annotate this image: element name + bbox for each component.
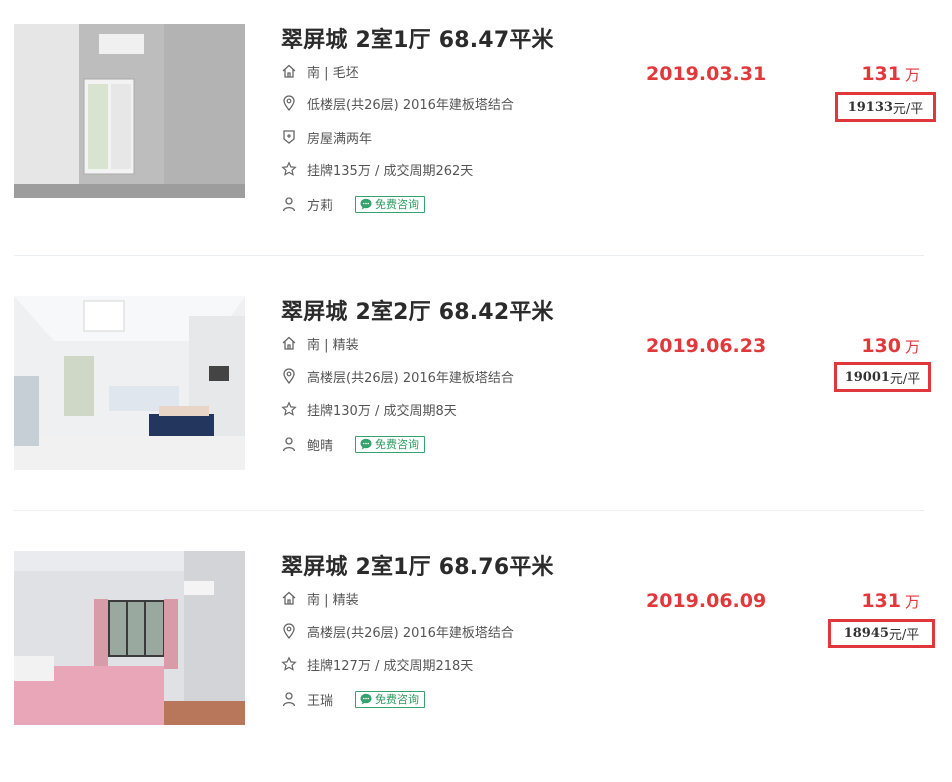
listing-photo[interactable] [14, 551, 245, 725]
chat-bubble-icon [360, 693, 372, 705]
agent-row: 王瑞 免费咨询 [281, 689, 426, 709]
listing-photo[interactable] [14, 24, 245, 198]
listing-photo[interactable] [14, 296, 245, 470]
total-price-unit: 万 [904, 338, 920, 356]
total-price: 130 万 [861, 335, 920, 357]
listing-divider [14, 255, 924, 256]
listing-cycle-row: 挂牌130万 / 成交周期8天 [281, 399, 457, 419]
listing-title[interactable]: 翠屏城 2室1厅 68.47平米 [281, 22, 554, 54]
agent-name[interactable]: 鲍晴 [307, 435, 333, 454]
listing-card: 翠屏城 2室1厅 68.76平米 南 | 精装 高楼层(共26层) 2016年建… [0, 527, 952, 782]
shield-icon [281, 129, 297, 145]
floor-row: 高楼层(共26层) 2016年建板塔结合 [281, 621, 514, 641]
location-pin-icon [281, 623, 297, 639]
house-icon [281, 63, 297, 79]
person-icon [281, 196, 297, 212]
unit-price-suffix: 元/平 [892, 101, 924, 117]
listing-card: 翠屏城 2室2厅 68.42平米 南 | 精装 高楼层(共26层) 2016年建… [0, 272, 952, 527]
total-price: 131 万 [861, 63, 920, 85]
floor-row: 低楼层(共26层) 2016年建板塔结合 [281, 93, 514, 113]
unit-price-highlight: 19133 元/平 [835, 92, 936, 122]
unit-price-value: 19001 [844, 369, 890, 385]
location-pin-icon [281, 95, 297, 111]
room-photo-image [14, 296, 245, 470]
free-consult-label: 免费咨询 [375, 198, 420, 211]
free-consult-button[interactable]: 免费咨询 [355, 690, 426, 708]
listing-cycle-text: 挂牌130万 / 成交周期8天 [307, 403, 457, 419]
agent-row: 方莉 免费咨询 [281, 194, 426, 214]
free-consult-button[interactable]: 免费咨询 [355, 435, 426, 453]
unit-price-highlight: 19001 元/平 [834, 362, 931, 392]
total-price-unit: 万 [904, 66, 920, 84]
star-icon [281, 401, 297, 417]
tag-row: 房屋满两年 [281, 127, 372, 147]
room-photo-image [14, 24, 245, 198]
deal-date: 2019.06.09 [646, 590, 767, 612]
floor-row: 高楼层(共26层) 2016年建板塔结合 [281, 366, 514, 386]
tag-text: 房屋满两年 [307, 131, 373, 147]
orientation-decoration-text: 南 | 精装 [307, 337, 359, 353]
house-icon [281, 335, 297, 351]
house-icon [281, 590, 297, 606]
orientation-row: 南 | 精装 [281, 333, 359, 353]
star-icon [281, 656, 297, 672]
unit-price-suffix: 元/平 [889, 371, 921, 387]
listing-cycle-row: 挂牌127万 / 成交周期218天 [281, 654, 473, 674]
agent-name[interactable]: 王瑞 [307, 690, 333, 709]
person-icon [281, 691, 297, 707]
location-pin-icon [281, 368, 297, 384]
unit-price-value: 18945 [843, 626, 889, 641]
unit-price-value: 19133 [847, 99, 893, 115]
floor-info-text: 高楼层(共26层) 2016年建板塔结合 [307, 625, 514, 641]
chat-bubble-icon [360, 198, 372, 210]
free-consult-label: 免费咨询 [375, 438, 420, 451]
free-consult-label: 免费咨询 [375, 693, 420, 706]
orientation-decoration-text: 南 | 毛坯 [307, 65, 359, 81]
star-icon [281, 161, 297, 177]
listing-divider [14, 510, 924, 511]
listing-cycle-text: 挂牌127万 / 成交周期218天 [307, 658, 474, 674]
total-price-unit: 万 [904, 593, 920, 611]
total-price-value: 131 [861, 63, 901, 85]
total-price-value: 130 [861, 335, 901, 357]
floor-info-text: 高楼层(共26层) 2016年建板塔结合 [307, 370, 514, 386]
orientation-decoration-text: 南 | 精装 [307, 592, 359, 608]
listing-title[interactable]: 翠屏城 2室1厅 68.76平米 [281, 549, 554, 581]
chat-bubble-icon [360, 438, 372, 450]
agent-name[interactable]: 方莉 [307, 195, 333, 214]
unit-price-highlight: 18945 元/平 [828, 619, 935, 648]
person-icon [281, 436, 297, 452]
listing-card: 翠屏城 2室1厅 68.47平米 南 | 毛坯 低楼层(共26层) 2016年建… [0, 0, 952, 255]
orientation-row: 南 | 毛坯 [281, 61, 359, 81]
total-price-value: 131 [861, 590, 901, 612]
free-consult-button[interactable]: 免费咨询 [355, 195, 426, 213]
deal-date: 2019.03.31 [646, 63, 767, 85]
unit-price-suffix: 元/平 [888, 628, 920, 643]
orientation-row: 南 | 精装 [281, 588, 359, 608]
listing-cycle-row: 挂牌135万 / 成交周期262天 [281, 159, 473, 179]
deal-date: 2019.06.23 [646, 335, 767, 357]
floor-info-text: 低楼层(共26层) 2016年建板塔结合 [307, 97, 514, 113]
listing-title[interactable]: 翠屏城 2室2厅 68.42平米 [281, 294, 554, 326]
listing-cycle-text: 挂牌135万 / 成交周期262天 [307, 163, 474, 179]
total-price: 131 万 [861, 590, 920, 612]
agent-row: 鲍晴 免费咨询 [281, 434, 426, 454]
room-photo-image [14, 551, 245, 725]
